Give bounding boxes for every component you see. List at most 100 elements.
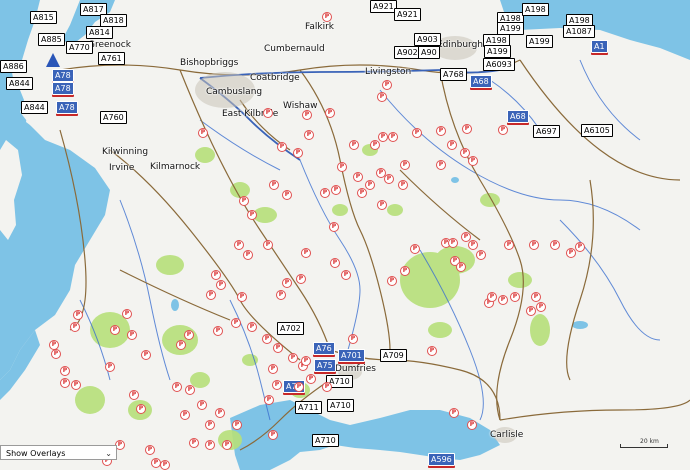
parking-icon[interactable]: P <box>370 140 380 150</box>
parking-icon[interactable]: P <box>341 270 351 280</box>
parking-icon[interactable]: P <box>304 130 314 140</box>
parking-icon[interactable]: P <box>382 80 392 90</box>
parking-icon[interactable]: P <box>330 258 340 268</box>
road-shield-a199-1[interactable]: A199 <box>497 22 524 35</box>
parking-icon[interactable]: P <box>353 172 363 182</box>
parking-icon[interactable]: P <box>325 108 335 118</box>
parking-icon[interactable]: P <box>272 380 282 390</box>
parking-icon[interactable]: P <box>400 160 410 170</box>
road-shield-a1[interactable]: A1 <box>591 40 608 53</box>
road-shield-a702[interactable]: A702 <box>277 322 304 335</box>
road-shield-a710-2[interactable]: A710 <box>327 399 354 412</box>
parking-icon[interactable]: P <box>487 292 497 302</box>
parking-icon[interactable]: P <box>377 92 387 102</box>
parking-icon[interactable]: P <box>243 250 253 260</box>
road-shield-a78-3[interactable]: A78 <box>56 101 78 114</box>
parking-icon[interactable]: P <box>263 240 273 250</box>
parking-icon[interactable]: P <box>282 278 292 288</box>
parking-icon[interactable]: P <box>71 380 81 390</box>
show-overlays-dropdown[interactable]: Show Overlays ⌄ <box>0 445 117 460</box>
parking-icon[interactable]: P <box>232 420 242 430</box>
parking-icon[interactable]: P <box>322 382 332 392</box>
road-shield-a711[interactable]: A711 <box>295 401 322 414</box>
parking-icon[interactable]: P <box>136 404 146 414</box>
parking-icon[interactable]: P <box>141 350 151 360</box>
parking-icon[interactable]: P <box>205 420 215 430</box>
parking-icon[interactable]: P <box>176 340 186 350</box>
parking-icon[interactable]: P <box>231 318 241 328</box>
parking-icon[interactable]: P <box>262 334 272 344</box>
parking-icon[interactable]: P <box>205 440 215 450</box>
location-arrow-icon[interactable] <box>46 53 60 67</box>
parking-icon[interactable]: P <box>378 132 388 142</box>
parking-icon[interactable]: P <box>222 440 232 450</box>
parking-icon[interactable]: P <box>449 408 459 418</box>
parking-icon[interactable]: P <box>365 180 375 190</box>
parking-icon[interactable]: P <box>73 310 83 320</box>
road-shield-a768[interactable]: A768 <box>440 68 467 81</box>
road-shield-a844-south[interactable]: A844 <box>21 101 48 114</box>
parking-icon[interactable]: P <box>197 400 207 410</box>
parking-icon[interactable]: P <box>296 274 306 284</box>
parking-icon[interactable]: P <box>129 390 139 400</box>
road-shield-a68-north[interactable]: A68 <box>470 75 492 88</box>
parking-icon[interactable]: P <box>388 132 398 142</box>
parking-icon[interactable]: P <box>462 124 472 134</box>
parking-icon[interactable]: P <box>322 12 332 22</box>
parking-icon[interactable]: P <box>60 378 70 388</box>
road-shield-a902[interactable]: A902 <box>394 46 421 59</box>
parking-icon[interactable]: P <box>306 374 316 384</box>
parking-icon[interactable]: P <box>447 140 457 150</box>
parking-icon[interactable]: P <box>566 248 576 258</box>
road-shield-a68-south[interactable]: A68 <box>507 110 529 123</box>
road-shield-a198-3[interactable]: A198 <box>522 3 549 16</box>
parking-icon[interactable]: P <box>185 385 195 395</box>
road-shield-a1087[interactable]: A1087 <box>563 25 595 38</box>
road-shield-a78-2[interactable]: A78 <box>52 82 74 95</box>
road-shield-a199-2[interactable]: A199 <box>484 45 511 58</box>
parking-icon[interactable]: P <box>110 325 120 335</box>
parking-icon[interactable]: P <box>526 306 536 316</box>
parking-icon[interactable]: P <box>410 244 420 254</box>
parking-icon[interactable]: P <box>448 238 458 248</box>
road-shield-a709[interactable]: A709 <box>380 349 407 362</box>
road-shield-a6093[interactable]: A6093 <box>483 58 515 71</box>
parking-icon[interactable]: P <box>247 322 257 332</box>
parking-icon[interactable]: P <box>127 330 137 340</box>
parking-icon[interactable]: P <box>237 292 247 302</box>
parking-icon[interactable]: P <box>436 160 446 170</box>
parking-icon[interactable]: P <box>60 366 70 376</box>
parking-icon[interactable]: P <box>468 156 478 166</box>
parking-icon[interactable]: P <box>282 190 292 200</box>
parking-icon[interactable]: P <box>301 356 311 366</box>
parking-icon[interactable]: P <box>467 420 477 430</box>
parking-icon[interactable]: P <box>387 276 397 286</box>
parking-icon[interactable]: P <box>349 140 359 150</box>
parking-icon[interactable]: P <box>456 262 466 272</box>
parking-icon[interactable]: P <box>412 128 422 138</box>
parking-icon[interactable]: P <box>145 445 155 455</box>
parking-icon[interactable]: P <box>180 410 190 420</box>
road-shield-a921-1[interactable]: A921 <box>370 0 397 13</box>
parking-icon[interactable]: P <box>329 222 339 232</box>
parking-icon[interactable]: P <box>320 188 330 198</box>
road-shield-a761[interactable]: A761 <box>98 52 125 65</box>
road-shield-a815[interactable]: A815 <box>30 11 57 24</box>
parking-icon[interactable]: P <box>294 382 304 392</box>
parking-icon[interactable]: P <box>234 240 244 250</box>
parking-icon[interactable]: P <box>215 408 225 418</box>
road-shield-a90[interactable]: A90 <box>418 46 440 59</box>
road-shield-a6105[interactable]: A6105 <box>581 124 613 137</box>
road-shield-a921-2[interactable]: A921 <box>394 8 421 21</box>
parking-icon[interactable]: P <box>476 250 486 260</box>
parking-icon[interactable]: P <box>398 180 408 190</box>
parking-icon[interactable]: P <box>122 309 132 319</box>
parking-icon[interactable]: P <box>331 185 341 195</box>
parking-icon[interactable]: P <box>301 248 311 258</box>
parking-icon[interactable]: P <box>276 290 286 300</box>
parking-icon[interactable]: P <box>302 110 312 120</box>
parking-icon[interactable]: P <box>184 330 194 340</box>
road-shield-a886[interactable]: A886 <box>0 60 27 73</box>
road-shield-a78-1[interactable]: A78 <box>52 69 74 82</box>
parking-icon[interactable]: P <box>427 346 437 356</box>
